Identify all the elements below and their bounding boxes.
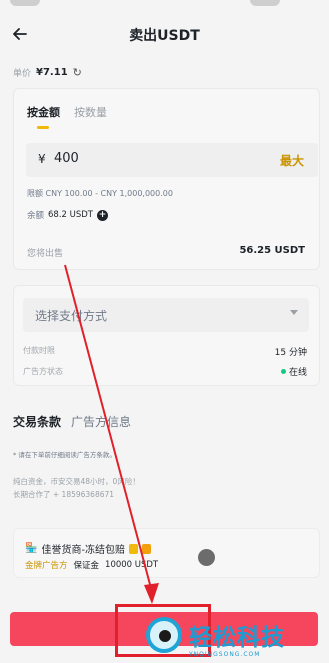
refresh-icon[interactable]: ↻	[73, 66, 82, 79]
balance-label: 余额	[27, 211, 45, 221]
payment-card: 选择支付方式 付款时限 15 分钟 广告方状态 在线	[13, 285, 320, 386]
advertiser-info-row: 金牌广告方 保证金 10000 USDT	[25, 559, 158, 571]
add-balance-icon[interactable]: +	[97, 209, 108, 221]
page-title: 卖出USDT	[129, 28, 200, 44]
amount-input[interactable]: ¥ 400 最大	[26, 143, 318, 177]
tab-by-amount[interactable]: 按金额	[27, 104, 60, 129]
receive-label: 您将出售	[27, 249, 64, 259]
online-dot-icon	[280, 369, 286, 374]
advertiser-name-row: 🏪 佳誉货商-冻结包赔	[25, 541, 152, 556]
currency-symbol: ¥	[38, 152, 46, 166]
unit-price-label: 单价	[13, 69, 32, 79]
verified-badge-icon	[129, 543, 139, 554]
status-bar	[0, 0, 329, 16]
unit-price-row: 单价 ¥7.11 ↻	[13, 66, 82, 79]
chevron-down-icon	[290, 310, 298, 315]
balance-value: 68.2 USDT	[48, 210, 93, 220]
tab-trade-terms[interactable]: 交易条款	[13, 413, 61, 430]
balance-row: 余额 68.2 USDT +	[27, 209, 108, 221]
advertiser-status-value: 在线	[288, 368, 307, 378]
status-signal	[250, 0, 280, 6]
payment-method-placeholder: 选择支付方式	[35, 309, 108, 323]
merchant-badge-icon	[142, 543, 152, 554]
watermark-eye-icon	[146, 617, 182, 653]
payment-time-label: 付款时限	[23, 346, 55, 355]
limit-value: CNY 100.00 - CNY 1,000,000.00	[45, 189, 173, 198]
advertiser-status: 在线	[280, 365, 307, 378]
shop-icon: 🏪	[25, 543, 38, 554]
payment-method-select[interactable]: 选择支付方式	[23, 298, 309, 332]
header: 卖出USDT	[0, 16, 329, 52]
limit-label: 限额	[27, 189, 43, 198]
terms-line-2: 长期合作了 + 18596368671	[13, 490, 115, 499]
deposit-value: 10000 USDT	[105, 560, 159, 570]
order-card: 按金额 按数量 ¥ 400 最大 限额 CNY 100.00 - CNY 1,0…	[13, 88, 320, 270]
limit-row: 限额 CNY 100.00 - CNY 1,000,000.00	[27, 188, 173, 199]
watermark: 轻松科技 YNQINGSONG.COM	[142, 614, 329, 663]
deposit-label: 保证金	[73, 561, 100, 571]
watermark-text: 轻松科技	[189, 625, 285, 651]
status-time	[10, 0, 40, 6]
amount-tabs: 按金额 按数量	[27, 104, 107, 129]
touch-indicator	[198, 549, 215, 566]
unit-price-value: ¥7.11	[36, 67, 68, 78]
advertiser-status-label: 广告方状态	[23, 367, 63, 376]
tab-by-quantity[interactable]: 按数量	[74, 104, 107, 125]
receive-value: 56.25 USDT	[239, 245, 305, 256]
terms-notice: * 请在下单前仔细阅读广告方条款。	[13, 451, 116, 459]
amount-value[interactable]: 400	[54, 151, 79, 166]
tab-advertiser-info[interactable]: 广告方信息	[71, 413, 131, 430]
section-tabs: 交易条款 广告方信息	[13, 413, 131, 430]
advertiser-name: 佳誉货商-冻结包赔	[41, 545, 126, 556]
terms-line-1: 纯白资金，币安交易48小时，0风险！	[13, 477, 140, 486]
gold-advertiser-tag: 金牌广告方	[25, 561, 68, 571]
advertiser-card[interactable]: 🏪 佳誉货商-冻结包赔 金牌广告方 保证金 10000 USDT	[13, 528, 320, 578]
payment-time-value: 15 分钟	[274, 348, 307, 358]
watermark-sub: YNQINGSONG.COM	[189, 651, 261, 658]
terms-text: 纯白资金，币安交易48小时，0风险！ 长期合作了 + 18596368671	[13, 475, 140, 501]
max-button[interactable]: 最大	[280, 152, 304, 169]
